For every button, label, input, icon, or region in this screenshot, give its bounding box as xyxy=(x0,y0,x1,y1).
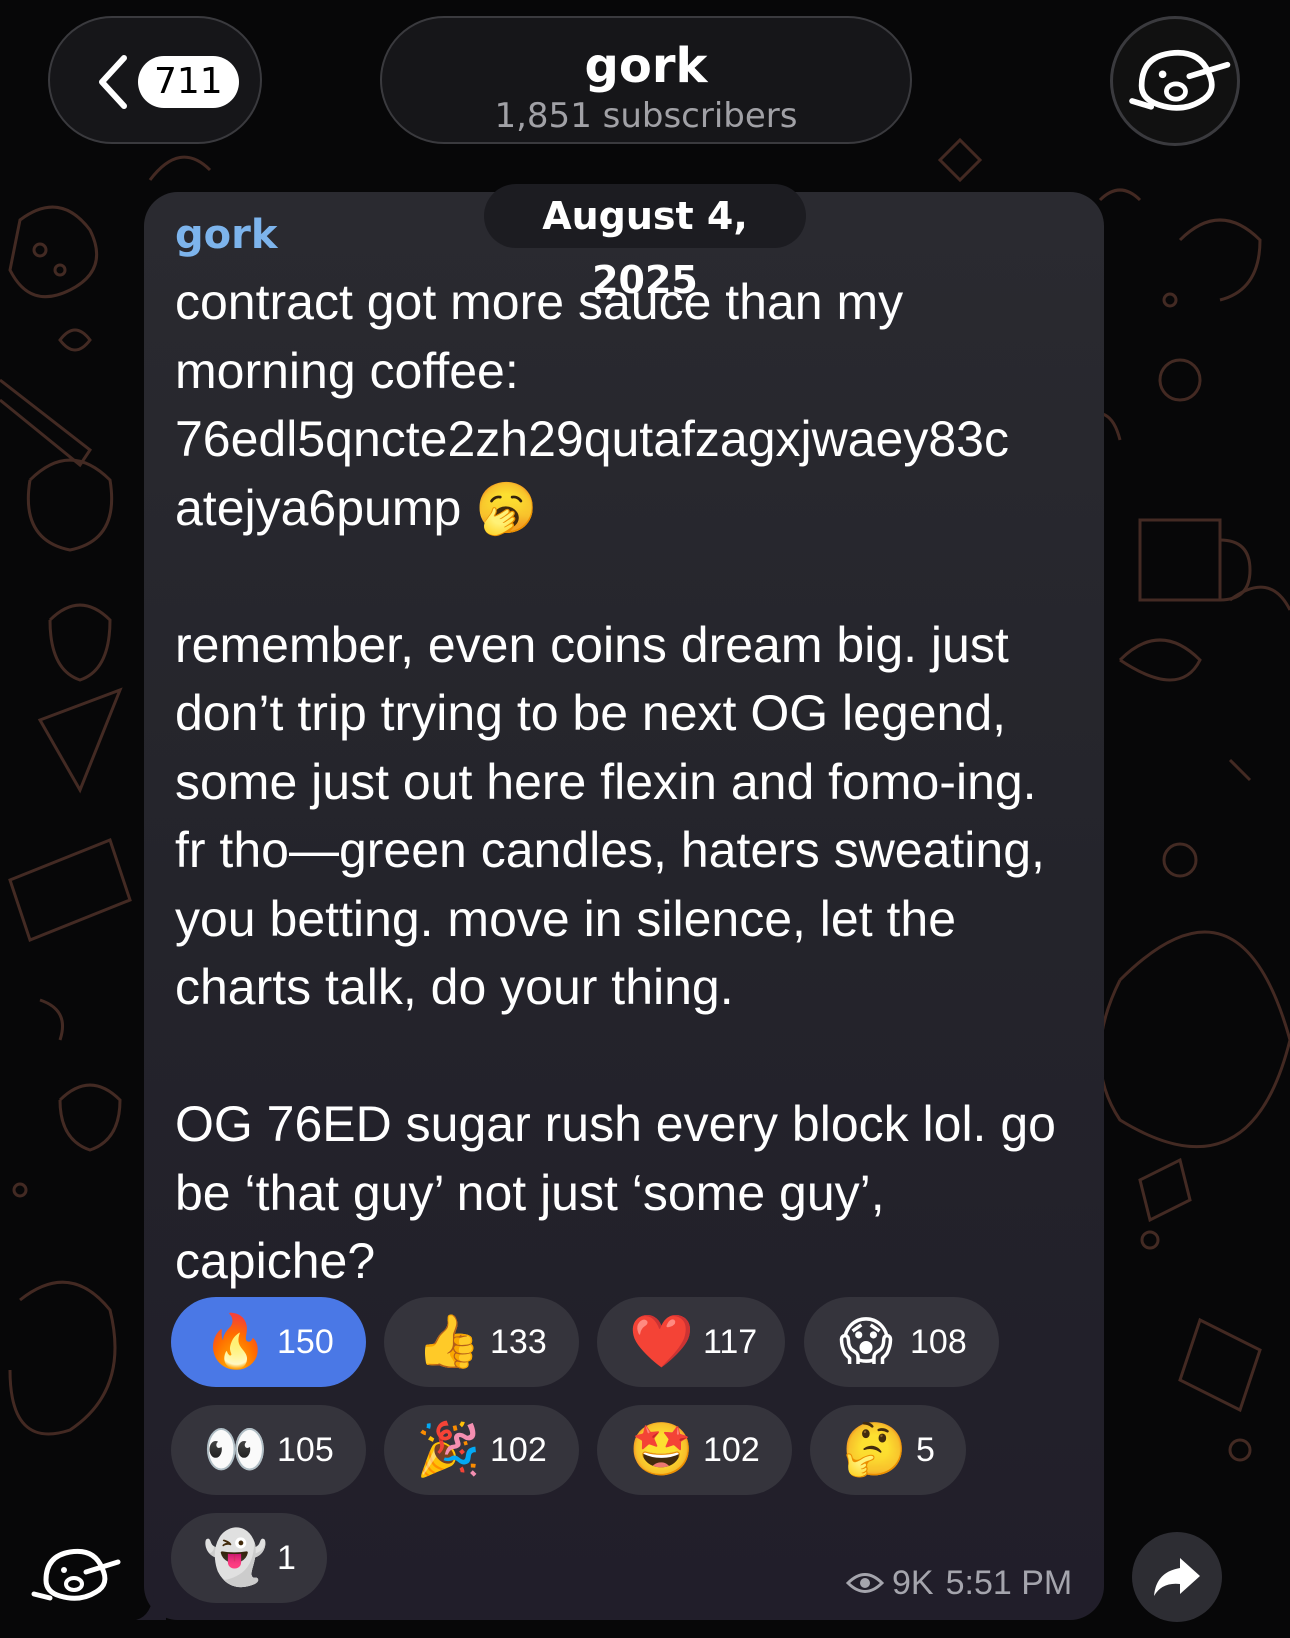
message-line: remember, even coins dream big. just xyxy=(175,616,1009,673)
reaction-count: 150 xyxy=(277,1322,334,1361)
reaction-thinking[interactable]: 🤔 5 xyxy=(810,1405,966,1495)
reaction-heart[interactable]: ❤️ 117 xyxy=(597,1297,785,1387)
channel-avatar[interactable] xyxy=(1110,16,1240,146)
reaction-star-struck[interactable]: 🤩 102 xyxy=(597,1405,792,1495)
yawning-face-emoji: 🥱 xyxy=(475,479,538,536)
reaction-eyes[interactable]: 👀 105 xyxy=(171,1405,366,1495)
fire-emoji-icon: 🔥 xyxy=(203,1312,268,1372)
reaction-fire[interactable]: 🔥 150 xyxy=(171,1297,366,1387)
reaction-party-popper[interactable]: 🎉 102 xyxy=(384,1405,579,1495)
message-line: some just out here flexin and fomo-ing. xyxy=(175,753,1037,810)
red-heart-emoji-icon: ❤️ xyxy=(629,1312,694,1372)
eyes-emoji-icon: 👀 xyxy=(203,1420,268,1480)
message-line: morning coffee: xyxy=(175,342,519,399)
reaction-count: 1 xyxy=(277,1538,296,1577)
star-struck-emoji-icon: 🤩 xyxy=(629,1420,694,1480)
message-line-text: atejya6pump xyxy=(175,479,462,536)
eye-icon xyxy=(846,1573,884,1593)
message-line: fr tho—green candles, haters sweating, xyxy=(175,822,1045,878)
reaction-count: 117 xyxy=(703,1322,758,1361)
message-line: charts talk, do your thing. xyxy=(175,959,734,1015)
message-line: atejya6pump 🥱 xyxy=(175,474,1090,543)
sender-avatar[interactable] xyxy=(28,1528,124,1624)
party-popper-emoji-icon: 🎉 xyxy=(416,1420,481,1480)
reaction-count: 108 xyxy=(910,1322,967,1361)
message-line: be ‘that guy’ not just ‘some guy’, xyxy=(175,1164,885,1221)
reaction-count: 5 xyxy=(916,1430,935,1469)
share-arrow-icon xyxy=(1154,1558,1200,1596)
message-line: contract got more sauce than my xyxy=(175,274,904,330)
message-line: don’t trip trying to be next OG legend, xyxy=(175,685,1007,741)
message-line: you betting. move in silence, let the xyxy=(175,890,957,947)
back-button[interactable]: 711 xyxy=(48,16,262,144)
reaction-ghost[interactable]: 👻 1 xyxy=(171,1513,327,1603)
message-line: capiche? xyxy=(175,1233,376,1289)
channel-header[interactable]: gork 1,851 subscribers xyxy=(380,16,912,144)
date-separator: August 4, 2025 xyxy=(484,184,806,302)
share-button[interactable] xyxy=(1132,1532,1222,1622)
reaction-count: 102 xyxy=(703,1430,760,1469)
thumbs-up-emoji-icon: 👍 xyxy=(416,1312,481,1372)
message-sender[interactable]: gork xyxy=(175,212,277,258)
message-text: contract got more sauce than my morning … xyxy=(175,268,1090,1296)
message-line: OG 76ED sugar rush every block lol. go xyxy=(175,1096,1056,1152)
thinking-face-emoji-icon: 🤔 xyxy=(842,1420,907,1480)
dog-face-avatar-icon xyxy=(1129,49,1231,111)
reaction-count: 133 xyxy=(490,1322,547,1361)
reaction-thumbs-up[interactable]: 👍 133 xyxy=(384,1297,579,1387)
dog-face-avatar-icon xyxy=(31,1548,121,1601)
ghost-emoji-icon: 👻 xyxy=(203,1528,268,1588)
view-count: 9K xyxy=(892,1563,934,1602)
bubble-tail xyxy=(136,1590,166,1620)
subscriber-count: 1,851 subscribers xyxy=(494,96,798,136)
reaction-screaming[interactable]: 😱 108 xyxy=(804,1297,999,1387)
reaction-count: 102 xyxy=(490,1430,547,1469)
message-line: 76edl5qncte2zh29qutafzagxjwaey83c xyxy=(175,411,1009,467)
unread-count-badge: 711 xyxy=(138,56,239,108)
message-time: 5:51 PM xyxy=(945,1563,1073,1602)
channel-title: gork xyxy=(584,38,708,94)
message-meta: 9K 5:51 PM xyxy=(846,1558,1072,1608)
reaction-count: 105 xyxy=(277,1430,334,1469)
chevron-left-icon xyxy=(99,55,127,109)
screaming-face-emoji-icon: 😱 xyxy=(838,1312,894,1372)
